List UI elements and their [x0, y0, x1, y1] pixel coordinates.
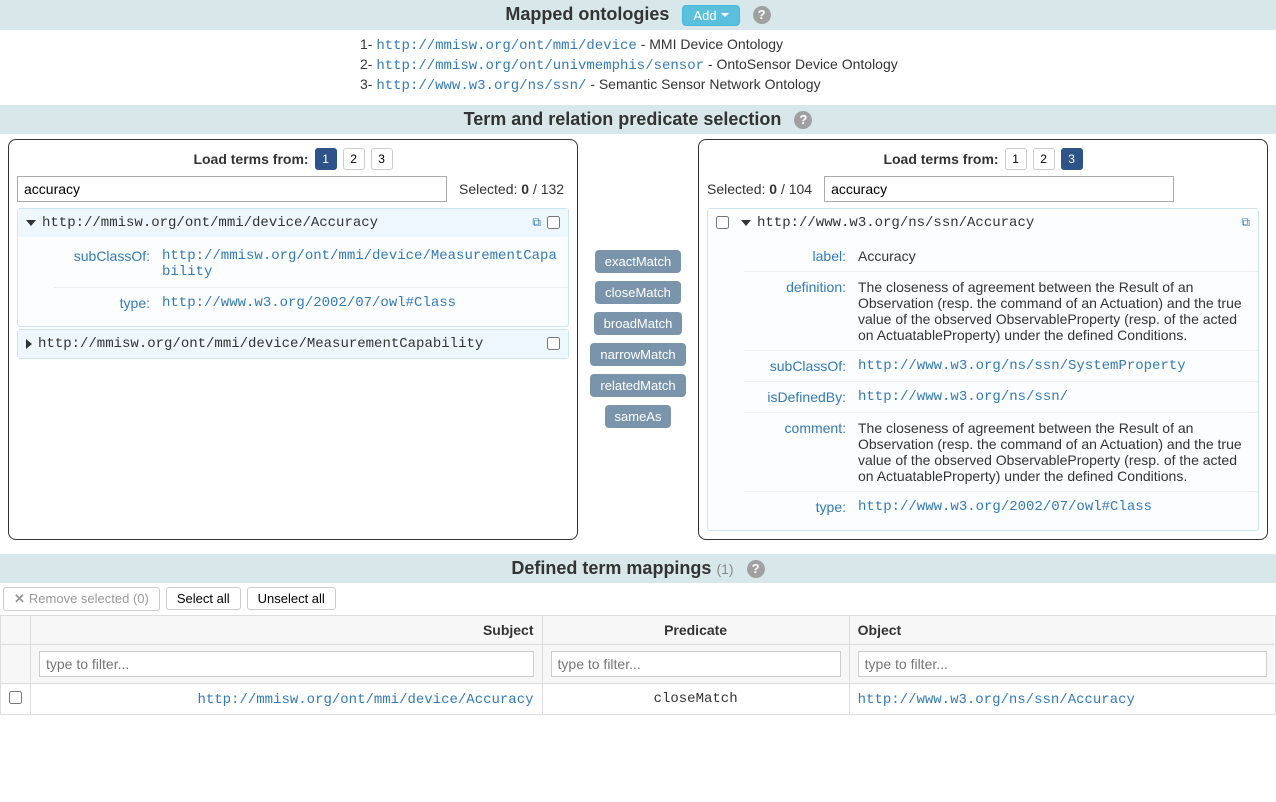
ontology-tab-1[interactable]: 1 — [1005, 148, 1027, 170]
term-item: http://www.w3.org/ns/ssn/Accuracy ⧉ labe… — [707, 208, 1259, 531]
prop-val-subclassof[interactable]: http://www.w3.org/ns/ssn/SystemProperty — [858, 358, 1252, 374]
right-term-panel: Load terms from: 1 2 3 Selected: 0 / 104… — [698, 139, 1268, 540]
external-link-icon[interactable]: ⧉ — [1241, 215, 1250, 230]
mappings-count: (1) — [716, 561, 733, 577]
term-search-input[interactable] — [824, 176, 1174, 202]
prop-key-subclassof: subClassOf: — [60, 248, 150, 280]
term-url: http://mmisw.org/ont/mmi/device/Measurem… — [38, 336, 541, 352]
subject-filter-input[interactable] — [39, 651, 534, 677]
prop-key-definition: definition: — [750, 279, 846, 343]
term-url: http://mmisw.org/ont/mmi/device/Accuracy — [42, 215, 526, 231]
prop-val-comment: The closeness of agreement between the R… — [858, 420, 1252, 484]
ontology-tab-3[interactable]: 3 — [371, 148, 393, 170]
load-terms-label: Load terms from: — [193, 151, 308, 167]
expand-toggle-icon[interactable] — [741, 220, 751, 226]
predicate-relatedmatch-button[interactable]: relatedMatch — [590, 374, 685, 397]
ontology-row: 3- http://www.w3.org/ns/ssn/ - Semantic … — [360, 75, 1276, 95]
prop-val-subclassof[interactable]: http://mmisw.org/ont/mmi/device/Measurem… — [162, 248, 562, 280]
select-all-button[interactable]: Select all — [166, 587, 241, 610]
expand-toggle-icon[interactable] — [26, 220, 36, 226]
defined-mappings-header: Defined term mappings (1) ? — [0, 554, 1276, 583]
ontology-link[interactable]: http://mmisw.org/ont/univmemphis/sensor — [376, 58, 704, 74]
load-terms-label: Load terms from: — [883, 151, 998, 167]
mapping-predicate: closeMatch — [542, 683, 849, 714]
mappings-toolbar: ✕Remove selected (0) Select all Unselect… — [0, 583, 1276, 615]
remove-selected-button[interactable]: ✕Remove selected (0) — [3, 587, 160, 611]
term-select-checkbox[interactable] — [547, 337, 560, 350]
ontology-tab-3[interactable]: 3 — [1061, 148, 1083, 170]
prop-key-subclassof: subClassOf: — [750, 358, 846, 374]
selected-count: Selected: 0 / 104 — [707, 181, 812, 197]
add-ontology-button[interactable]: Add — [682, 5, 739, 26]
ontology-index: 2- — [360, 56, 372, 72]
mapped-ontologies-title: Mapped ontologies — [505, 4, 669, 25]
predicate-column-header: Predicate — [542, 615, 849, 644]
predicate-narrowmatch-button[interactable]: narrowMatch — [590, 343, 685, 366]
defined-mappings-title: Defined term mappings — [511, 558, 711, 578]
expand-toggle-icon[interactable] — [26, 339, 32, 349]
add-button-label: Add — [693, 8, 716, 23]
ontology-row: 2- http://mmisw.org/ont/univmemphis/sens… — [360, 55, 1276, 75]
mapping-row-checkbox[interactable] — [9, 691, 22, 704]
ontology-index: 3- — [360, 76, 372, 92]
prop-val-label: Accuracy — [858, 248, 1252, 264]
prop-val-definition: The closeness of agreement between the R… — [858, 279, 1252, 343]
caret-down-icon — [721, 13, 729, 17]
predicate-filter-input[interactable] — [551, 651, 841, 677]
predicate-broadmatch-button[interactable]: broadMatch — [594, 312, 683, 335]
predicate-closematch-button[interactable]: closeMatch — [595, 281, 681, 304]
external-link-icon[interactable]: ⧉ — [532, 215, 541, 230]
ontology-desc: - MMI Device Ontology — [641, 36, 783, 52]
selected-count: Selected: 0 / 132 — [459, 181, 564, 197]
prop-val-type[interactable]: http://www.w3.org/2002/07/owl#Class — [162, 295, 562, 311]
term-search-input[interactable] — [17, 176, 447, 202]
term-url: http://www.w3.org/ns/ssn/Accuracy — [757, 215, 1235, 231]
term-item: http://mmisw.org/ont/mmi/device/Accuracy… — [17, 208, 569, 327]
prop-key-isdefinedby: isDefinedBy: — [750, 389, 846, 405]
prop-key-label: label: — [750, 248, 846, 264]
ontology-desc: - OntoSensor Device Ontology — [708, 56, 898, 72]
prop-key-type: type: — [60, 295, 150, 311]
ontology-tab-2[interactable]: 2 — [343, 148, 365, 170]
predicate-column: exactMatch closeMatch broadMatch narrowM… — [578, 139, 698, 540]
mapping-object-link[interactable]: http://www.w3.org/ns/ssn/Accuracy — [858, 692, 1135, 708]
ontology-list: 1- http://mmisw.org/ont/mmi/device - MMI… — [360, 35, 1276, 95]
help-icon[interactable]: ? — [794, 111, 812, 129]
prop-key-comment: comment: — [750, 420, 846, 484]
selection-title: Term and relation predicate selection — [464, 109, 782, 130]
mapping-subject-link[interactable]: http://mmisw.org/ont/mmi/device/Accuracy — [197, 692, 533, 708]
term-select-checkbox[interactable] — [716, 216, 729, 229]
prop-val-isdefinedby[interactable]: http://www.w3.org/ns/ssn/ — [858, 389, 1252, 405]
checkbox-column-header — [1, 615, 31, 644]
ontology-desc: - Semantic Sensor Network Ontology — [590, 76, 820, 92]
object-filter-input[interactable] — [858, 651, 1267, 677]
left-term-panel: Load terms from: 1 2 3 Selected: 0 / 132… — [8, 139, 578, 540]
prop-val-type[interactable]: http://www.w3.org/2002/07/owl#Class — [858, 499, 1252, 515]
ontology-link[interactable]: http://www.w3.org/ns/ssn/ — [376, 78, 586, 94]
x-icon: ✕ — [14, 591, 25, 606]
ontology-tab-1[interactable]: 1 — [315, 148, 337, 170]
subject-column-header: Subject — [31, 615, 543, 644]
mappings-table: Subject Predicate Object http://mmisw.or… — [0, 615, 1276, 715]
ontology-tab-2[interactable]: 2 — [1033, 148, 1055, 170]
unselect-all-button[interactable]: Unselect all — [247, 587, 336, 610]
ontology-index: 1- — [360, 36, 372, 52]
mapped-ontologies-header: Mapped ontologies Add ? — [0, 0, 1276, 30]
term-select-checkbox[interactable] — [547, 216, 560, 229]
ontology-link[interactable]: http://mmisw.org/ont/mmi/device — [376, 38, 636, 54]
predicate-exactmatch-button[interactable]: exactMatch — [595, 250, 681, 273]
term-item: http://mmisw.org/ont/mmi/device/Measurem… — [17, 329, 569, 359]
mapping-row: http://mmisw.org/ont/mmi/device/Accuracy… — [1, 683, 1276, 714]
ontology-row: 1- http://mmisw.org/ont/mmi/device - MMI… — [360, 35, 1276, 55]
prop-key-type: type: — [750, 499, 846, 515]
predicate-sameas-button[interactable]: sameAs — [605, 405, 672, 428]
object-column-header: Object — [849, 615, 1275, 644]
help-icon[interactable]: ? — [753, 6, 771, 24]
selection-header: Term and relation predicate selection ? — [0, 105, 1276, 134]
help-icon[interactable]: ? — [747, 560, 765, 578]
